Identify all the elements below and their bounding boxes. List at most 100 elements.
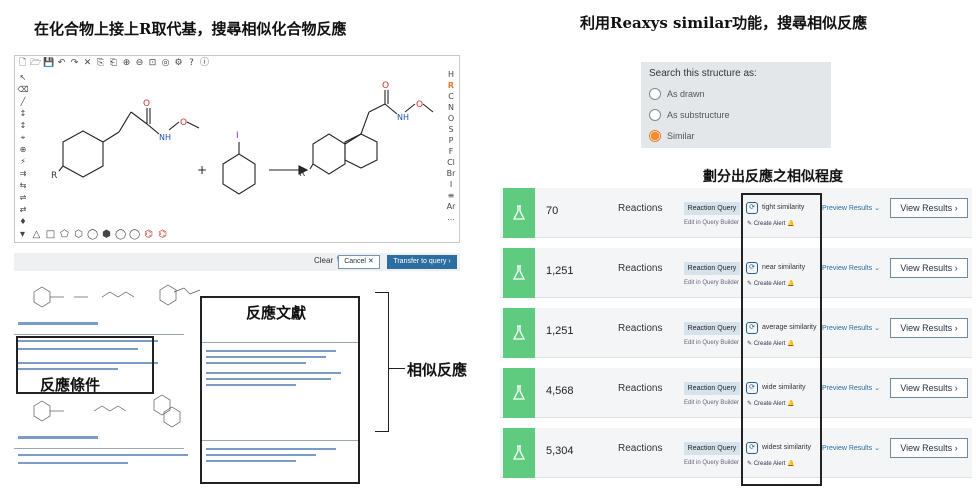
- atom-n-button[interactable]: N: [445, 103, 457, 113]
- more-tools-icon[interactable]: ♦: [17, 216, 29, 227]
- transfer-to-query-button[interactable]: Transfer to query ›: [387, 255, 457, 269]
- arrow-down-icon[interactable]: ▾: [17, 229, 28, 240]
- view-results-button[interactable]: View Results ›: [890, 378, 968, 398]
- chevron-down-icon: ⌄: [874, 205, 881, 212]
- view-results-button[interactable]: View Results ›: [890, 258, 968, 278]
- preview-results-label: Preview Results: [822, 445, 873, 452]
- save-icon[interactable]: 💾: [43, 58, 54, 69]
- atom-ar-button[interactable]: Ar: [445, 202, 457, 212]
- result-count: 5,304: [546, 445, 574, 457]
- stereo-tool-icon[interactable]: ↕: [17, 120, 29, 131]
- product-phenyl-ring: [344, 133, 378, 169]
- option-as-drawn[interactable]: As drawn: [649, 88, 705, 100]
- atom-list-button[interactable]: ≡: [445, 191, 457, 201]
- atom-o-button[interactable]: O: [445, 114, 457, 124]
- reaction-query-button[interactable]: Reaction Query: [684, 322, 740, 335]
- radio-as-drawn[interactable]: [649, 88, 661, 100]
- info-icon[interactable]: ⓘ: [199, 58, 210, 69]
- hexagon-template-icon[interactable]: ⬡: [73, 229, 84, 240]
- view-results-button[interactable]: View Results ›: [890, 318, 968, 338]
- paste-icon[interactable]: ⎗: [108, 58, 119, 69]
- chevron-right-icon: ›: [954, 203, 958, 213]
- cut-icon[interactable]: ✕: [82, 58, 93, 69]
- reaction-query-button[interactable]: Reaction Query: [684, 382, 740, 395]
- edit-in-query-builder-link[interactable]: Edit in Query Builder: [684, 280, 739, 286]
- atom-r-button[interactable]: R: [445, 81, 457, 91]
- pentagon-template-icon[interactable]: ⬠: [59, 229, 70, 240]
- select-tool-icon[interactable]: ↖: [17, 72, 29, 83]
- template-tool-icon[interactable]: ⇌: [17, 192, 29, 203]
- zoom-fit-icon[interactable]: ⊡: [147, 58, 158, 69]
- edit-in-query-builder-link[interactable]: Edit in Query Builder: [684, 220, 739, 226]
- preview-results-link[interactable]: Preview Results ⌄: [822, 324, 880, 332]
- chain-tool-icon[interactable]: ↕: [17, 108, 29, 119]
- square-template-icon[interactable]: □: [45, 229, 56, 240]
- chevron-down-icon: ⌄: [874, 385, 881, 392]
- drawing-canvas[interactable]: O N H O R + I O N H O R: [31, 72, 445, 222]
- view-results-button[interactable]: View Results ›: [890, 438, 968, 458]
- ring-template-alt-icon[interactable]: ⌬: [157, 229, 168, 240]
- atom-s-button[interactable]: S: [445, 125, 457, 135]
- benzene-template-icon[interactable]: ⬢: [101, 229, 112, 240]
- preview-results-label: Preview Results: [822, 205, 873, 212]
- radio-similar[interactable]: [649, 130, 661, 142]
- reaction-query-button[interactable]: Reaction Query: [684, 262, 740, 275]
- reaction-query-button[interactable]: Reaction Query: [684, 442, 740, 455]
- octagon-template-icon[interactable]: ◯: [115, 229, 126, 240]
- ring-template-icon[interactable]: ⌬: [143, 229, 154, 240]
- rgroup-tool-icon[interactable]: ⊕: [17, 144, 29, 155]
- preview-results-link[interactable]: Preview Results ⌄: [822, 444, 880, 452]
- atom-p-button[interactable]: P: [445, 136, 457, 146]
- atom-br-button[interactable]: Br: [445, 169, 457, 179]
- cyclopentadiene-template-icon[interactable]: ◯: [129, 229, 140, 240]
- view-results-button[interactable]: View Results ›: [890, 198, 968, 218]
- preview-results-link[interactable]: Preview Results ⌄: [822, 204, 880, 212]
- mapping-tool-icon[interactable]: ⇉: [17, 168, 29, 179]
- flask-icon: [503, 248, 535, 298]
- open-icon[interactable]: 🗁: [30, 58, 41, 69]
- heptagon-template-icon[interactable]: ◯: [87, 229, 98, 240]
- atom-cl-button[interactable]: Cl: [445, 158, 457, 168]
- atom-i-button[interactable]: I: [445, 180, 457, 190]
- bond-tool-icon[interactable]: ╱: [17, 96, 29, 107]
- cancel-button[interactable]: Cancel ✕: [338, 255, 380, 269]
- erase-tool-icon[interactable]: ⌫: [17, 84, 29, 95]
- charge-tool-icon[interactable]: ⌖: [17, 132, 29, 143]
- settings-icon[interactable]: ⚙: [173, 58, 184, 69]
- preview-results-link[interactable]: Preview Results ⌄: [822, 264, 880, 272]
- option-similar[interactable]: Similar: [649, 130, 695, 142]
- chevron-right-icon: ›: [954, 323, 958, 333]
- edit-in-query-builder-link[interactable]: Edit in Query Builder: [684, 400, 739, 406]
- atom-h-button[interactable]: H: [445, 70, 457, 80]
- zoom-out-icon[interactable]: ⊖: [134, 58, 145, 69]
- reaction-arrow-tool-icon[interactable]: ⚡: [17, 156, 29, 167]
- atom-more-button[interactable]: …: [445, 213, 457, 223]
- help-icon[interactable]: ?: [186, 58, 197, 69]
- literature-label: 反應文獻: [246, 304, 307, 322]
- atom-o3: O: [382, 81, 389, 91]
- sgroup-tool-icon[interactable]: ⇄: [17, 204, 29, 215]
- undo-icon[interactable]: ↶: [56, 58, 67, 69]
- new-icon[interactable]: 🗋: [17, 58, 28, 69]
- result-type: Reactions: [618, 203, 663, 214]
- bracket-tool-icon[interactable]: ⇆: [17, 180, 29, 191]
- atom-o2: O: [180, 118, 187, 128]
- edit-in-query-builder-link[interactable]: Edit in Query Builder: [684, 340, 739, 346]
- reaction-query-button[interactable]: Reaction Query: [684, 202, 740, 215]
- thumb-text-line: [18, 454, 188, 456]
- view-icon[interactable]: ◎: [160, 58, 171, 69]
- radio-as-substructure[interactable]: [649, 109, 661, 121]
- literature-frame: [200, 296, 360, 484]
- option-as-substructure[interactable]: As substructure: [649, 109, 730, 121]
- atom-c-button[interactable]: C: [445, 92, 457, 102]
- similar-reactions-label: 相似反應: [407, 361, 468, 379]
- atom-f-button[interactable]: F: [445, 147, 457, 157]
- redo-icon[interactable]: ↷: [69, 58, 80, 69]
- lit-divider: [202, 440, 358, 441]
- thumb-link-line: [18, 322, 98, 325]
- copy-icon[interactable]: ⎘: [95, 58, 106, 69]
- edit-in-query-builder-link[interactable]: Edit in Query Builder: [684, 460, 739, 466]
- preview-results-link[interactable]: Preview Results ⌄: [822, 384, 880, 392]
- zoom-in-icon[interactable]: ⊕: [121, 58, 132, 69]
- triangle-template-icon[interactable]: △: [31, 229, 42, 240]
